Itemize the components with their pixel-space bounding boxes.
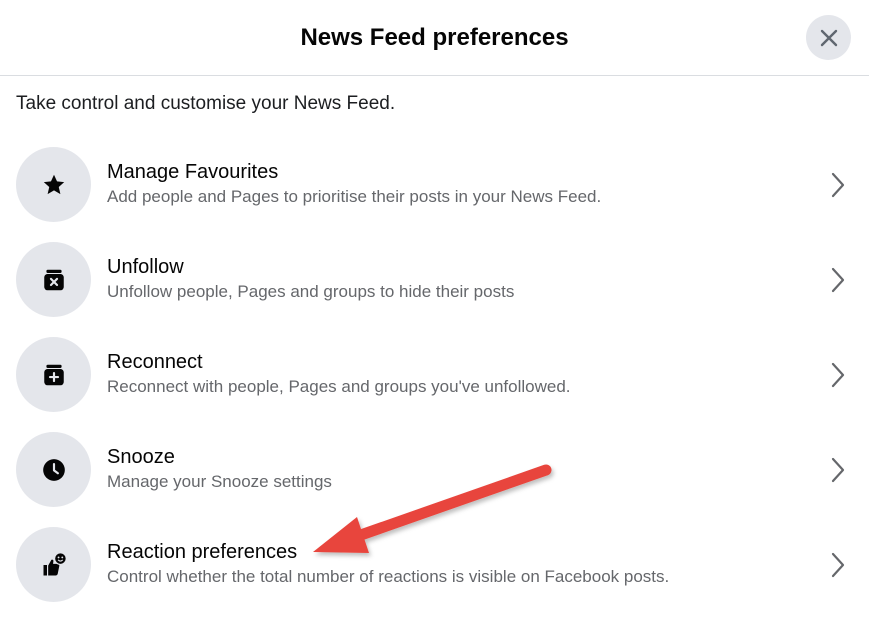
item-text: Unfollow Unfollow people, Pages and grou…	[107, 254, 514, 304]
item-text: Manage Favourites Add people and Pages t…	[107, 159, 601, 209]
item-icon-circle	[16, 147, 91, 222]
item-text: Reconnect Reconnect with people, Pages a…	[107, 349, 571, 399]
chevron-right-icon	[826, 169, 850, 201]
item-description: Manage your Snooze settings	[107, 472, 332, 491]
star-icon	[43, 174, 64, 194]
item-icon-circle	[16, 242, 91, 317]
reconnect-box-icon	[43, 364, 64, 385]
item-title: Reaction preferences	[107, 541, 298, 563]
dialog-subtitle: Take control and customise your News Fee…	[16, 93, 396, 114]
item-text: Snooze Manage your Snooze settings	[107, 444, 332, 494]
item-description: Unfollow people, Pages and groups to hid…	[107, 282, 515, 301]
preferences-list: Manage Favourites Add people and Pages t…	[0, 137, 869, 612]
menu-item-reconnect[interactable]: Reconnect Reconnect with people, Pages a…	[0, 327, 869, 422]
menu-item-unfollow[interactable]: Unfollow Unfollow people, Pages and grou…	[0, 232, 869, 327]
close-button[interactable]	[806, 15, 851, 60]
item-icon-circle	[16, 432, 91, 507]
clock-icon	[42, 458, 65, 481]
item-icon-circle	[16, 527, 91, 602]
news-feed-preferences-dialog: News Feed preferences Take control and c…	[0, 0, 869, 629]
item-description: Add people and Pages to prioritise their…	[107, 187, 602, 206]
chevron-right-icon	[826, 549, 850, 581]
dialog-header: News Feed preferences	[0, 0, 869, 76]
item-description: Control whether the total number of reac…	[107, 567, 670, 586]
item-icon-circle	[16, 337, 91, 412]
unfollow-box-icon	[43, 269, 64, 290]
item-title: Manage Favourites	[107, 161, 279, 183]
chevron-right-icon	[826, 454, 850, 486]
item-text: Reaction preferences Control whether the…	[107, 539, 669, 589]
item-title: Reconnect	[107, 351, 203, 373]
item-title: Snooze	[107, 446, 175, 468]
item-title: Unfollow	[107, 256, 184, 278]
dialog-title: News Feed preferences	[300, 24, 569, 51]
close-icon	[820, 29, 837, 46]
menu-item-manage-favourites[interactable]: Manage Favourites Add people and Pages t…	[0, 137, 869, 232]
chevron-right-icon	[826, 359, 850, 391]
item-description: Reconnect with people, Pages and groups …	[107, 377, 571, 396]
menu-item-reaction-preferences[interactable]: Reaction preferences Control whether the…	[0, 517, 869, 612]
menu-item-snooze[interactable]: Snooze Manage your Snooze settings	[0, 422, 869, 517]
chevron-right-icon	[826, 264, 850, 296]
reaction-icon	[43, 551, 67, 575]
